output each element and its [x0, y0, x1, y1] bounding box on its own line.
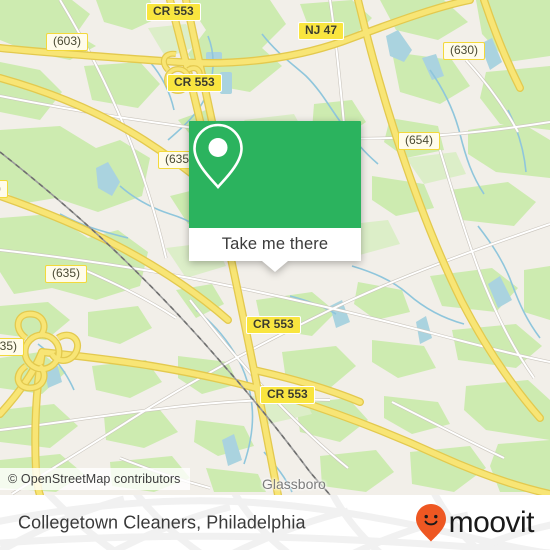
map-pin-icon — [193, 123, 243, 189]
road-shield-clipped-left: ) — [0, 180, 8, 198]
road-shield-cr553-mid: CR 553 — [246, 316, 301, 334]
card-action-area[interactable]: Take me there — [189, 228, 361, 272]
page-title: Collegetown Cleaners, Philadelphia — [18, 512, 306, 532]
road-shield-630: (630) — [443, 42, 486, 60]
take-me-there-label: Take me there — [221, 235, 329, 253]
road-shield-603: (603) — [46, 33, 89, 51]
moovit-wordmark: moovit — [448, 505, 535, 539]
footer-bar: Collegetown Cleaners, Philadelphia moovi… — [0, 495, 550, 550]
location-callout-card[interactable]: Take me there — [189, 121, 361, 272]
osm-attribution[interactable]: © OpenStreetMap contributors — [0, 468, 190, 490]
place-label-glassboro: Glassboro — [262, 476, 326, 492]
road-shield-cr553-south: CR 553 — [260, 386, 315, 404]
road-shield-cr553-upper: CR 553 — [167, 74, 222, 92]
card-image-area — [189, 121, 361, 228]
map-canvas[interactable]: CR 553 NJ 47 CR 553 (603) (630) (654) (6… — [0, 0, 550, 495]
road-shield-cr553-north: CR 553 — [146, 3, 201, 21]
moovit-logo[interactable]: moovit — [415, 503, 535, 542]
moovit-pin-smiley-icon — [415, 503, 446, 541]
road-shield-635-left: (635) — [45, 265, 88, 283]
road-shield-635-clipped: 635) — [0, 338, 25, 356]
card-pointer-tail — [262, 261, 288, 272]
map-screenshot: CR 553 NJ 47 CR 553 (603) (630) (654) (6… — [0, 0, 550, 550]
road-shield-654: (654) — [398, 132, 441, 150]
road-shield-nj47: NJ 47 — [298, 22, 345, 40]
